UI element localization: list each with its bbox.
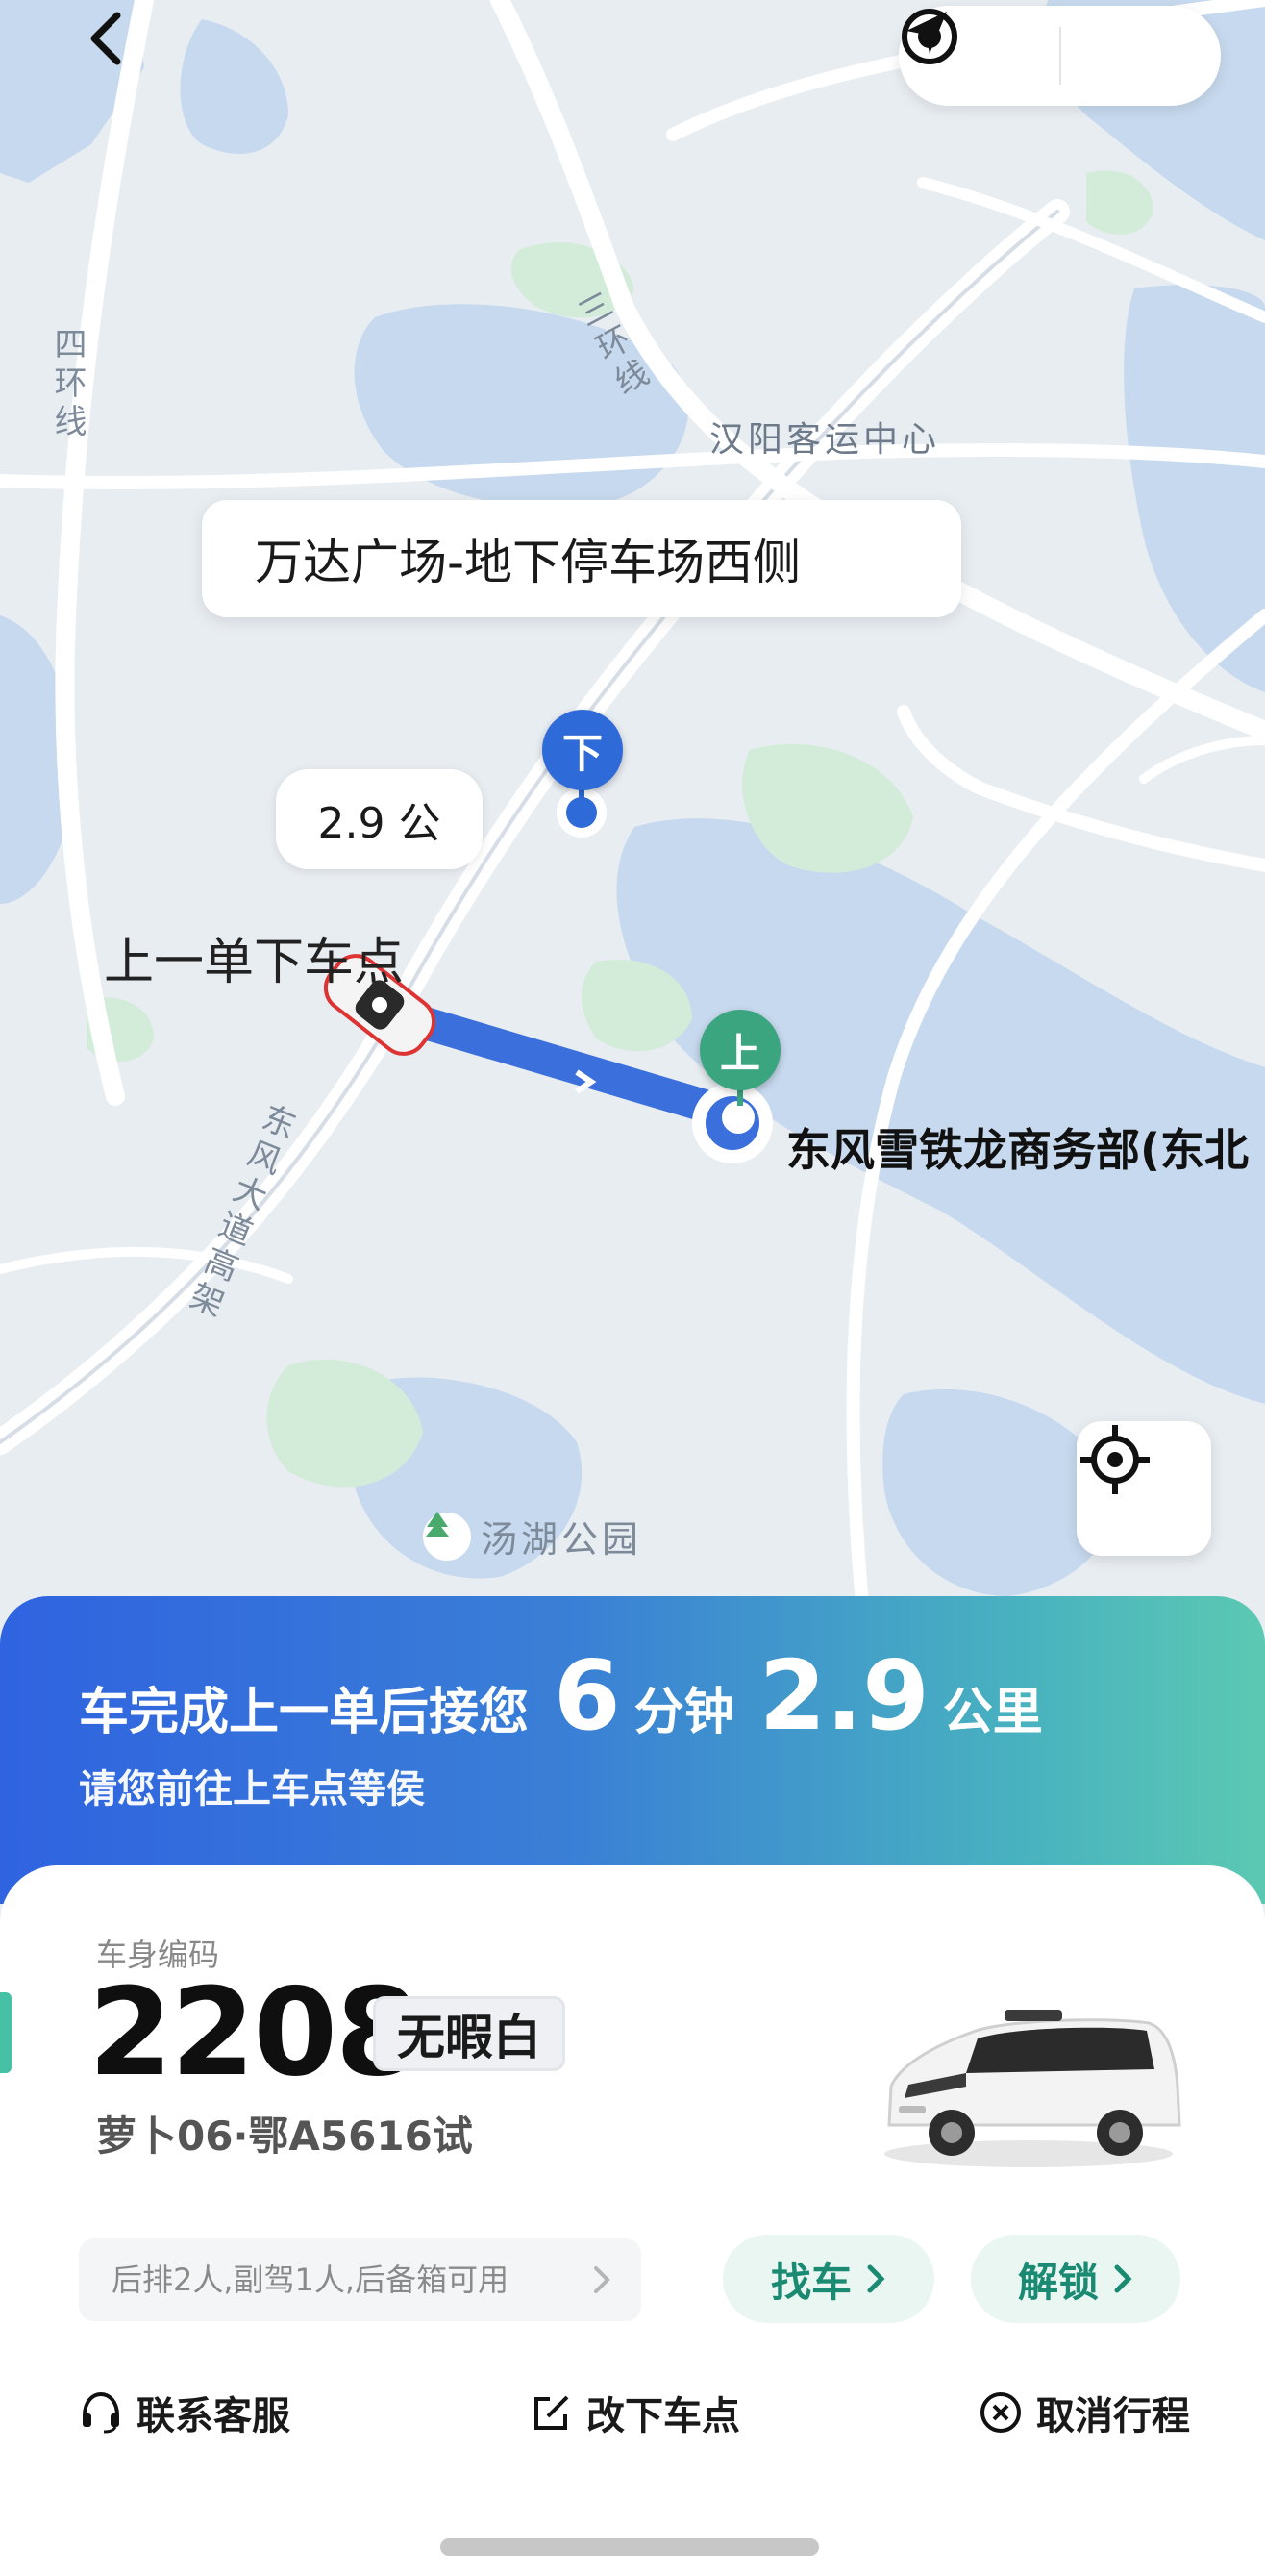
accent-bar — [0, 1992, 12, 2073]
pickup-pin[interactable]: 上 — [700, 1010, 781, 1090]
target-circle-icon — [902, 9, 957, 64]
destination-label: 万达广场-地下停车场西侧 — [255, 535, 802, 590]
previous-dropoff-label: 上一单下车点 — [104, 934, 405, 991]
map-view[interactable]: 四环线 三环线 汉阳客运中心 东风大道高架 万达广场-地下停车场西侧 下 2.9… — [0, 0, 1265, 1635]
map-canvas — [0, 0, 1265, 1635]
map-top-controls — [899, 6, 1221, 106]
park-name: 汤湖公园 — [481, 1518, 643, 1561]
eta-subtitle: 请您前往上车点等侯 — [79, 1767, 425, 1812]
eta-prefix: 车完成上一单后接您 — [79, 1684, 530, 1741]
unlock-label: 解锁 — [1017, 2258, 1099, 2306]
distance-bubble: 2.9 公 — [276, 769, 483, 869]
headset-icon — [83, 2391, 119, 2434]
station-label: 汉阳客运中心 — [709, 420, 941, 460]
cancel-trip-button[interactable]: 取消行程 — [979, 2385, 1190, 2440]
vehicle-image — [884, 2010, 1181, 2167]
eta-minutes: 6 — [554, 1639, 621, 1752]
close-circle-icon — [980, 2392, 1021, 2433]
edit-icon — [534, 2395, 569, 2430]
back-button[interactable] — [87, 10, 154, 87]
find-car-label: 找车 — [770, 2258, 852, 2306]
seat-info-text: 后排2人,副驾1人,后备箱可用 — [112, 2262, 509, 2298]
destination-bubble[interactable]: 万达广场-地下停车场西侧 — [202, 500, 961, 617]
park-label: 汤湖公园 — [423, 1510, 642, 1563]
home-indicator[interactable] — [440, 2538, 819, 2556]
chevron-right-icon — [594, 2266, 610, 2293]
crosshair-icon — [1080, 1425, 1150, 1494]
eta-distance: 2.9 — [758, 1639, 930, 1752]
chevron-right-icon — [1114, 2264, 1132, 2293]
cancel-trip-label: 取消行程 — [1036, 2394, 1190, 2438]
contact-support-button[interactable]: 联系客服 — [79, 2385, 290, 2440]
tree-icon — [423, 1512, 471, 1561]
pickup-pin-text: 上 — [719, 1029, 760, 1077]
eta-banner: 车完成上一单后接您 6 分钟 2.9 公里 请您前往上车点等侯 — [0, 1596, 1265, 1904]
locate-me-button[interactable] — [1077, 1421, 1211, 1556]
find-car-button[interactable]: 找车 — [723, 2235, 934, 2323]
unlock-button[interactable]: 解锁 — [971, 2235, 1180, 2323]
car-name: 无暇白 — [397, 2010, 541, 2065]
eta-line: 车完成上一单后接您 6 分钟 2.9 公里 — [79, 1639, 1043, 1752]
record-button[interactable] — [902, 6, 1222, 106]
dropoff-pin-text: 下 — [561, 729, 603, 777]
contact-support-label: 联系客服 — [136, 2394, 290, 2438]
chevron-left-icon — [90, 12, 121, 65]
road-label-fourth-ring: 四环线 — [48, 327, 87, 442]
eta-minutes-unit: 分钟 — [633, 1684, 734, 1741]
change-dropoff-label: 改下车点 — [586, 2394, 740, 2438]
distance-bubble-text: 2.9 公 — [317, 799, 441, 848]
change-dropoff-button[interactable]: 改下车点 — [531, 2385, 740, 2440]
car-number: 2208 — [88, 1962, 420, 2103]
dropoff-pin[interactable]: 下 — [542, 710, 623, 790]
seat-info-row[interactable]: 后排2人,副驾1人,后备箱可用 — [79, 2238, 641, 2321]
chevron-right-icon — [867, 2264, 885, 2293]
license-plate: 萝卜06·鄂A5616试 — [96, 2113, 473, 2160]
car-name-badge: 无暇白 — [373, 1996, 565, 2071]
eta-distance-unit: 公里 — [942, 1684, 1043, 1741]
pickup-location-label: 东风雪铁龙商务部(东北 — [786, 1124, 1250, 1176]
